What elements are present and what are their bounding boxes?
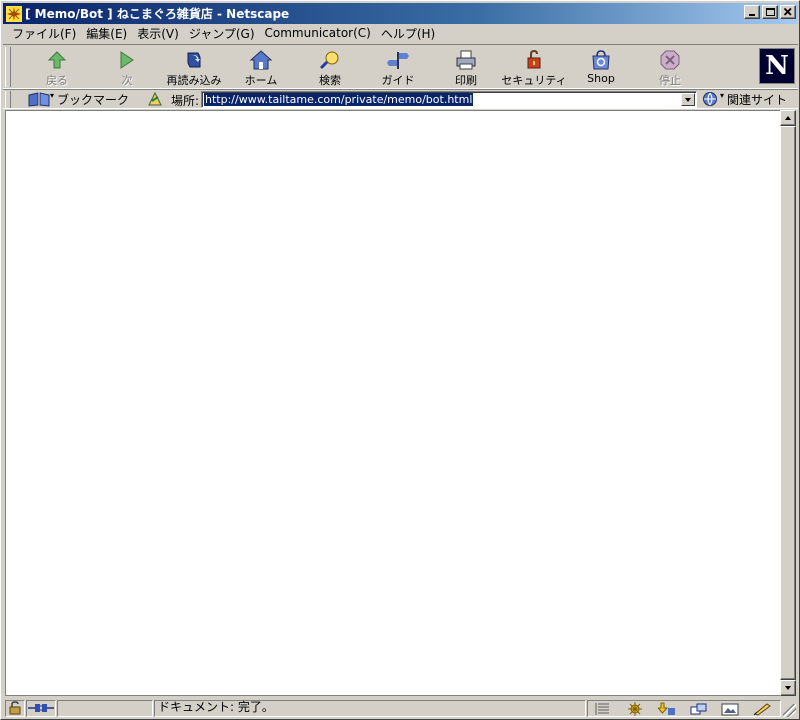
location-url-text[interactable]: http://www.tailtame.com/private/memo/bot… [204,93,474,106]
related-dropdown-icon: ▾ [720,90,725,100]
netscape-app-icon[interactable] [6,5,22,22]
page-content-area[interactable] [5,110,780,696]
window-title: [ Memo/Bot ] ねこまぐろ雑貨店 - Netscape [25,7,290,21]
bookmarks-button[interactable]: ▾ ブックマーク [27,90,164,108]
bookmarks-icon [28,92,50,107]
location-dropdown-button[interactable] [681,93,695,106]
search-button[interactable]: 検索 [306,47,354,87]
menu-help[interactable]: ヘルプ(H) [376,25,440,42]
security-label: セキュリティ [501,74,567,87]
location-toolbar-grip[interactable] [5,91,11,108]
menu-file[interactable]: ファイル(F) [7,25,81,42]
search-label: 検索 [319,74,341,87]
discussion-component-icon[interactable] [690,702,708,716]
navigator-component-icon[interactable] [595,702,613,716]
security-lock-icon [522,49,546,71]
guide-icon [386,49,410,71]
home-label: ホーム [244,74,278,87]
composer-component-icon[interactable] [721,702,739,716]
inbox-component-icon[interactable] [657,702,676,716]
location-url-field[interactable]: http://www.tailtame.com/private/memo/bot… [201,91,697,108]
maximize-button[interactable] [762,5,778,19]
forward-label: 次 [121,74,133,87]
netscape-logo[interactable]: N [759,48,795,84]
maximize-icon [766,8,775,16]
shop-button[interactable]: Shop [577,47,625,87]
minimize-icon [749,14,755,16]
reload-label: 再読み込み [166,74,222,87]
connection-status-cell[interactable] [26,700,56,717]
component-bar [588,700,778,717]
status-message: ドキュメント: 完了。 [158,700,274,714]
title-bar[interactable]: [ Memo/Bot ] ねこまぐろ雑貨店 - Netscape [3,3,798,24]
print-button[interactable]: 印刷 [442,47,490,87]
close-button[interactable] [780,5,796,19]
home-button[interactable]: ホーム [237,47,285,87]
resize-grip[interactable] [783,704,796,717]
progress-cell [57,700,153,717]
menu-go[interactable]: ジャンプ(G) [184,25,260,42]
reload-button[interactable]: 再読み込み [161,47,227,87]
related-sites-label: 関連サイト [727,92,788,107]
print-icon [454,49,478,71]
page-proxy-icon[interactable] [146,91,164,107]
security-button[interactable]: セキュリティ [501,47,567,87]
guide-label: ガイド [381,74,415,87]
forward-arrow-icon [115,49,139,71]
home-icon [249,49,273,71]
connection-plug-icon [28,704,54,712]
menu-communicator[interactable]: Communicator(C) [260,26,376,40]
location-toolbar: ▾ ブックマーク 場所: http://www.tailtame.com/pri… [3,89,798,109]
bookmarks-dropdown-icon: ▾ [50,90,55,100]
reload-icon [182,49,206,71]
related-sites-icon [703,92,717,106]
back-button[interactable]: 戻る [33,47,81,87]
stop-button[interactable]: 停止 [646,47,694,87]
back-arrow-icon [45,49,69,71]
shop-label: Shop [587,72,615,85]
guide-button[interactable]: ガイド [374,47,422,87]
back-label: 戻る [46,74,68,87]
scroll-down-button[interactable] [780,680,796,696]
browser-window: [ Memo/Bot ] ねこまぐろ雑貨店 - Netscape ファイル(F)… [0,0,800,720]
minimize-button[interactable] [744,5,760,19]
location-label: 場所: [171,94,200,108]
navigation-toolbar: 戻る 次 再読み込み ホーム 検索 ガイド 印刷 セキュリティ Shop 停止 … [3,44,798,89]
page-edit-component-icon[interactable] [753,702,771,716]
print-label: 印刷 [455,74,477,87]
messenger-component-icon[interactable] [626,701,644,716]
vertical-scrollbar[interactable] [780,110,796,696]
netscape-logo-letter: N [765,51,789,81]
stop-label: 停止 [659,74,681,87]
security-status-cell[interactable] [5,700,25,717]
security-lock-status-icon [9,701,21,715]
stop-icon [658,49,682,71]
related-sites-button[interactable]: ▾ 関連サイト [701,90,787,108]
search-icon [318,49,342,71]
bookmarks-label: ブックマーク [57,92,130,107]
scroll-up-button[interactable] [780,110,796,126]
menu-view[interactable]: 表示(V) [132,25,184,42]
menu-bar: ファイル(F) 編集(E) 表示(V) ジャンプ(G) Communicator… [3,24,798,42]
close-icon [783,7,792,16]
shop-icon [589,49,613,71]
toolbar-grip[interactable] [5,47,11,87]
status-bar: ドキュメント: 完了。 [3,698,798,718]
forward-button[interactable]: 次 [103,47,151,87]
menu-edit[interactable]: 編集(E) [81,25,132,42]
scroll-thumb[interactable] [780,126,796,680]
